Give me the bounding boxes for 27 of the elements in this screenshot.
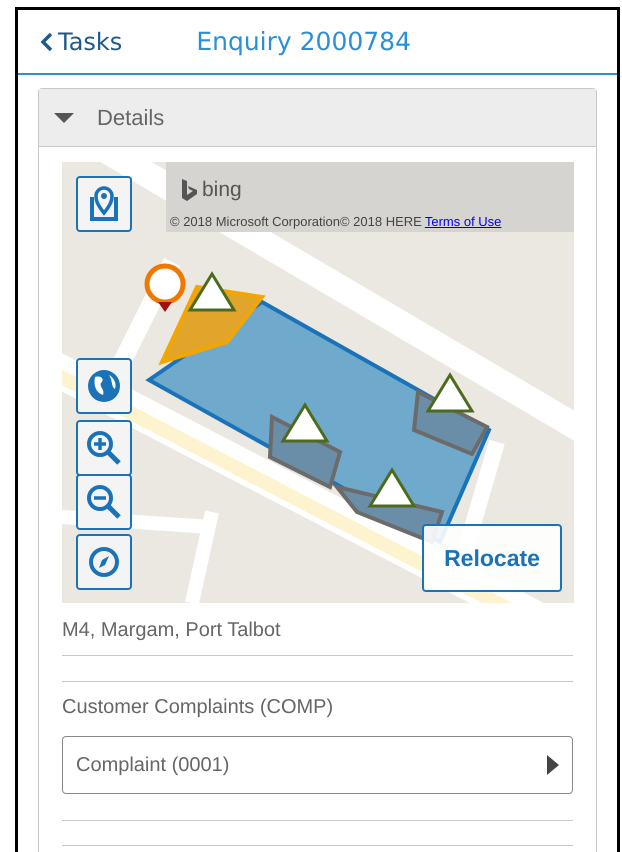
address-text: M4, Margam, Port Talbot [62, 618, 282, 643]
zoom-in-button[interactable] [76, 420, 132, 476]
terms-of-use-link[interactable]: Terms of Use [424, 212, 502, 232]
relocate-button[interactable]: Relocate [422, 524, 562, 592]
compass-button[interactable] [76, 534, 132, 590]
details-section-header[interactable]: Details [39, 89, 596, 147]
warning-marker-icon[interactable] [367, 467, 417, 508]
zoom-in-icon [86, 430, 122, 466]
chevron-left-icon [40, 32, 54, 52]
warning-marker-icon[interactable] [187, 271, 237, 312]
category-text: Customer Complaints (COMP) [62, 695, 334, 720]
bing-logo-icon [180, 178, 198, 202]
caret-right-icon [547, 755, 559, 775]
copyright-text: © 2018 Microsoft Corporation© 2018 HERE [170, 213, 422, 231]
subcategory-select[interactable]: Complaint (0001) [62, 736, 573, 794]
map-type-button[interactable] [76, 358, 132, 414]
page-title: Enquiry 2000784 [196, 26, 411, 58]
bing-logo-text: bing [202, 177, 242, 203]
back-button[interactable]: Tasks [40, 24, 122, 60]
compass-icon [88, 546, 120, 578]
phone-pin-icon[interactable] [144, 264, 186, 312]
zoom-out-button[interactable] [76, 474, 132, 530]
warning-marker-icon[interactable] [280, 402, 330, 442]
globe-icon [87, 369, 121, 403]
zoom-out-icon [86, 484, 122, 520]
warning-marker-icon[interactable] [425, 372, 475, 412]
location-button[interactable] [76, 176, 132, 232]
